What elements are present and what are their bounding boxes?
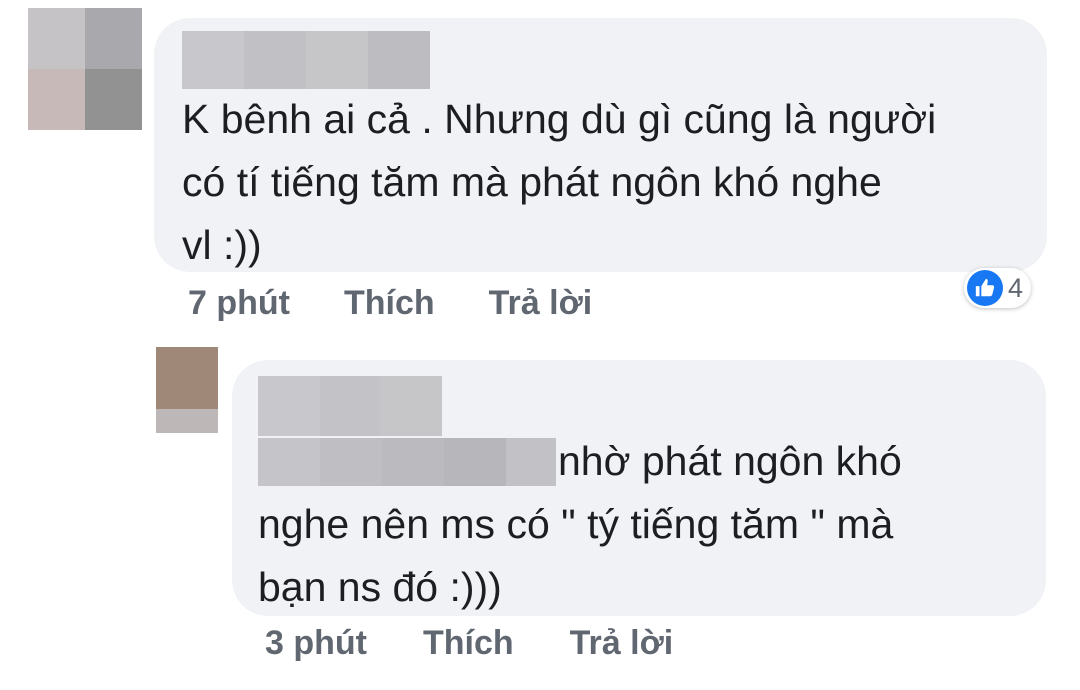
comment-text: nhờ phát ngôn khó nghe nên ms có " tý ti…: [258, 430, 902, 619]
like-icon: [967, 270, 1003, 306]
reply-button[interactable]: Trả lời: [570, 624, 674, 663]
author-name[interactable]: [258, 376, 442, 436]
comment-actions: 3 phút Thích Trả lời: [265, 624, 673, 663]
author-name[interactable]: [182, 31, 430, 89]
timestamp[interactable]: 3 phút: [265, 624, 367, 663]
avatar[interactable]: [156, 347, 218, 433]
comment-actions: 7 phút Thích Trả lời: [188, 284, 592, 323]
avatar[interactable]: [28, 8, 142, 130]
comment-line: bạn ns đó :))): [258, 564, 502, 610]
comment-line: nghe nên ms có " tý tiếng tăm " mà: [258, 501, 894, 547]
comment-line: có tí tiếng tăm mà phát ngôn khó nghe: [182, 159, 882, 205]
reply-button[interactable]: Trả lời: [489, 284, 593, 323]
comment-text: K bênh ai cả . Nhưng dù gì cũng là người…: [182, 88, 936, 277]
reaction-count: 4: [1008, 272, 1024, 303]
like-button[interactable]: Thích: [344, 284, 435, 323]
like-button[interactable]: Thích: [423, 624, 514, 663]
comment-line: K bênh ai cả . Nhưng dù gì cũng là người: [182, 96, 937, 142]
comment-line: vl :)): [182, 222, 262, 268]
comment-line: nhờ phát ngôn khó: [558, 438, 902, 484]
timestamp[interactable]: 7 phút: [188, 284, 290, 323]
reaction-badge[interactable]: 4: [964, 268, 1032, 308]
